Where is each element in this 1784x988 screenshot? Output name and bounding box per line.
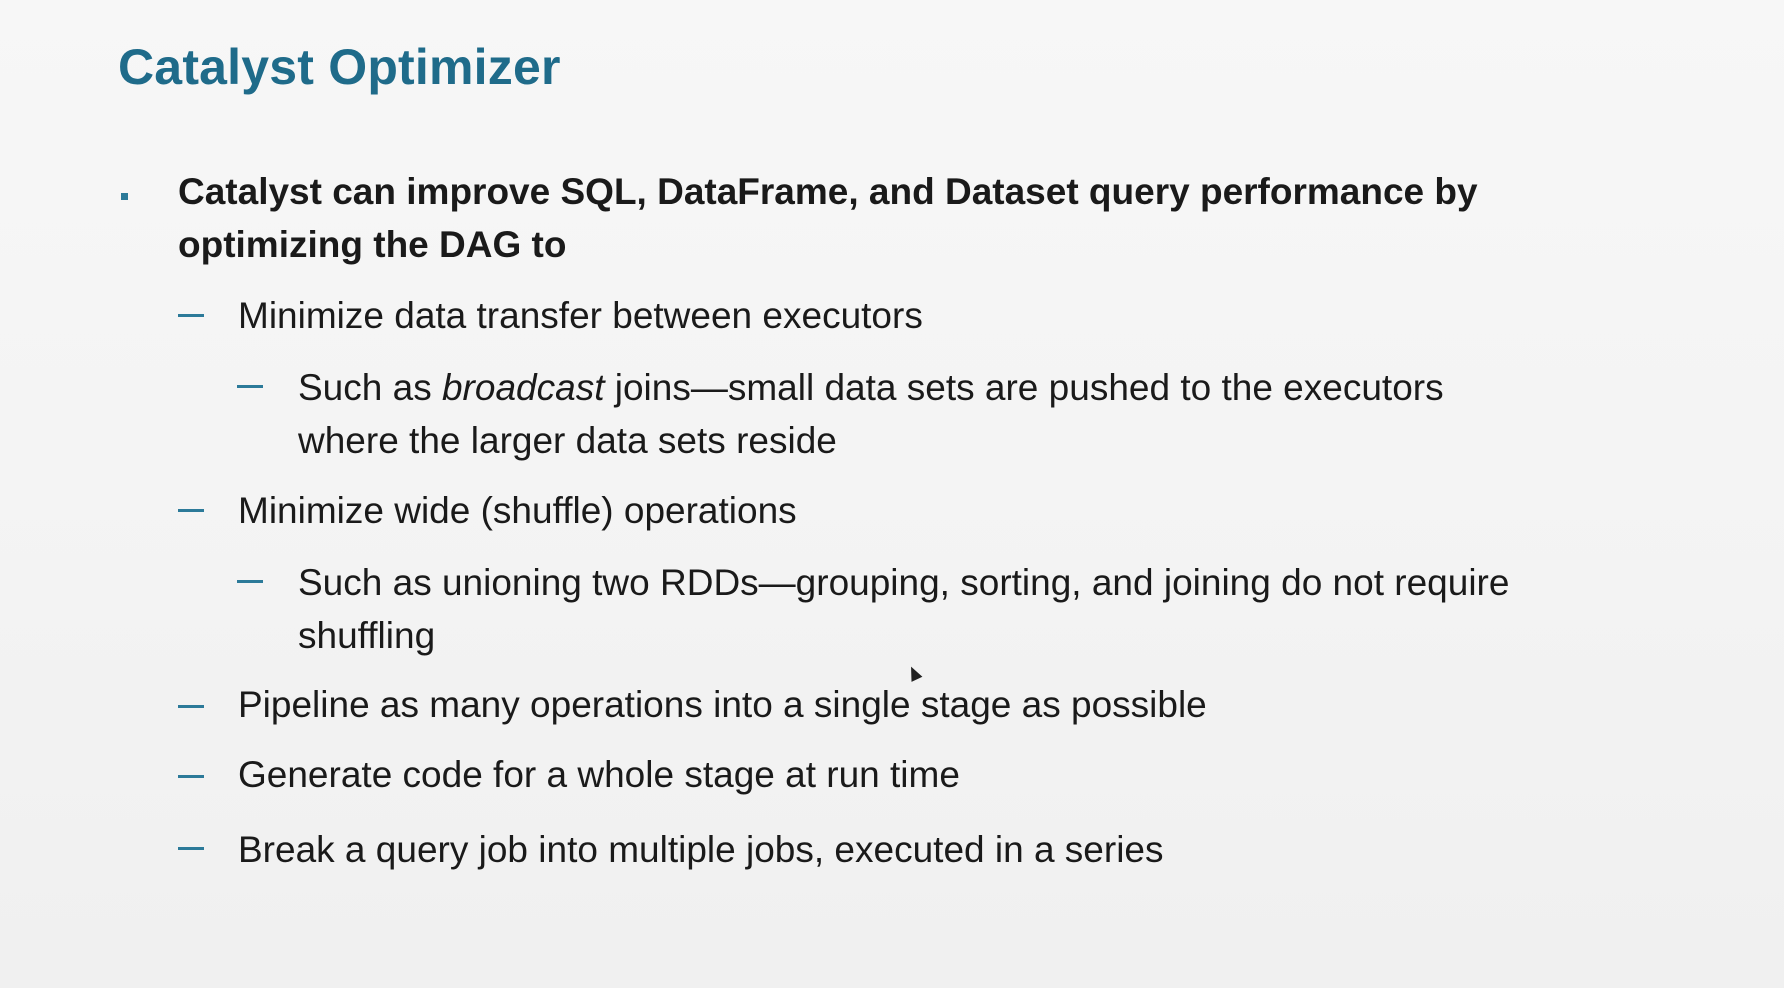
sub-bullet-minimize-transfer: Minimize data transfer between executors — [238, 295, 923, 336]
sub-bullet-dash — [178, 847, 204, 850]
main-bullet-marker — [121, 193, 128, 200]
broadcast-suffix: joins—small data sets are pushed to the … — [604, 367, 1444, 408]
sub-sub-bullet-dash — [237, 580, 263, 583]
sub-bullet-pipeline: Pipeline as many operations into a singl… — [238, 684, 1207, 725]
sub-sub-bullet-broadcast-line-1: Such as broadcast joins—small data sets … — [298, 361, 1444, 414]
main-bullet-line-2: optimizing the DAG to — [178, 224, 567, 265]
sub-sub-bullet-union-line-2: shuffling — [298, 615, 436, 656]
broadcast-emphasis: broadcast — [441, 367, 605, 408]
sub-sub-bullet-dash — [237, 385, 263, 388]
broadcast-prefix: Such as — [298, 367, 442, 408]
sub-bullet-dash — [178, 705, 204, 708]
slide-title: Catalyst Optimizer — [118, 39, 561, 95]
sub-bullet-break-query: Break a query job into multiple jobs, ex… — [238, 829, 1164, 870]
sub-sub-bullet-broadcast-line-2: where the larger data sets reside — [298, 420, 837, 461]
sub-bullet-generate-code: Generate code for a whole stage at run t… — [238, 754, 960, 795]
slide: Catalyst Optimizer Catalyst can improve … — [0, 0, 1784, 988]
sub-bullet-dash — [178, 775, 204, 778]
main-bullet-line-1: Catalyst can improve SQL, DataFrame, and… — [178, 171, 1478, 212]
sub-bullet-dash — [178, 314, 204, 317]
sub-bullet-minimize-shuffle: Minimize wide (shuffle) operations — [238, 490, 797, 531]
sub-bullet-dash — [178, 509, 204, 512]
sub-sub-bullet-union-line-1: Such as unioning two RDDs—grouping, sort… — [298, 562, 1510, 603]
